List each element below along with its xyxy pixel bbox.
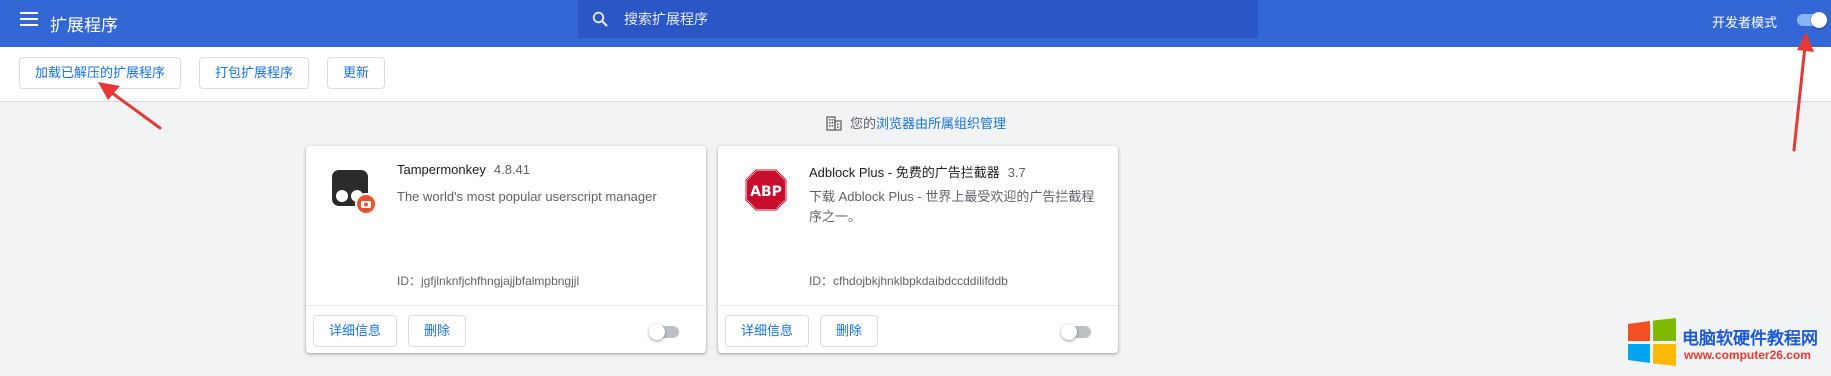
watermark-title: 电脑软硬件教程网: [1682, 329, 1818, 348]
managed-notice: 您的 浏览器由所属组织管理: [826, 113, 1006, 132]
extension-description: The world's most popular userscript mana…: [397, 189, 657, 204]
abp-stop-sign-icon: ABP: [745, 169, 787, 211]
card-actions: 详细信息 删除: [718, 305, 1118, 353]
extension-id-value: cfhdojbkjhnklbpkdaibdccddilifddb: [833, 274, 1008, 288]
extension-id-value: jgfjlnknfjchfhngjajjbfalmpbngjjl: [421, 274, 580, 288]
toggle-knob: [649, 324, 665, 340]
managed-notice-prefix: 您的: [850, 116, 877, 131]
developer-toolbar: 加载已解压的扩展程序 打包扩展程序 更新: [0, 47, 1831, 102]
managed-notice-link[interactable]: 浏览器由所属组织管理: [876, 113, 1006, 132]
remove-button[interactable]: 删除: [408, 315, 467, 347]
extension-version: 3.7: [1007, 165, 1026, 180]
watermark-logo: 电脑软硬件教程网 www.computer26.com: [1626, 318, 1826, 368]
extension-card-adblock-plus: ABP Adblock Plus - 免费的广告拦截器 3.7 下载 Adbloc…: [718, 146, 1118, 353]
load-unpacked-button[interactable]: 加载已解压的扩展程序: [19, 57, 182, 89]
windows-logo-icon: [1628, 318, 1676, 366]
card-actions: 详细信息 删除: [306, 305, 706, 353]
tampermonkey-icon: [332, 170, 377, 214]
toggle-knob: [1061, 324, 1077, 340]
extension-title: Adblock Plus - 免费的广告拦截器 3.7: [809, 162, 1026, 181]
search-bar[interactable]: [578, 0, 1258, 38]
search-input[interactable]: [624, 8, 1224, 30]
extension-name: Tampermonkey: [397, 162, 486, 177]
details-button[interactable]: 详细信息: [725, 315, 810, 347]
extension-version: 4.8.41: [493, 162, 531, 177]
enable-toggle[interactable]: [649, 324, 679, 340]
developer-mode-toggle[interactable]: [1797, 12, 1827, 28]
remove-button[interactable]: 删除: [820, 315, 879, 347]
app-header: 扩展程序 开发者模式: [0, 0, 1831, 47]
hamburger-menu-icon[interactable]: [20, 12, 38, 28]
pack-extension-button[interactable]: 打包扩展程序: [199, 57, 310, 89]
toggle-knob: [1811, 12, 1827, 28]
update-button[interactable]: 更新: [327, 57, 386, 89]
watermark-url: www.computer26.com: [1684, 348, 1811, 362]
page-title: 扩展程序: [50, 16, 118, 35]
search-icon: [592, 11, 608, 27]
extension-id: ID：cfhdojbkjhnklbpkdaibdccddilifddb: [809, 272, 1008, 289]
svg-text:ABP: ABP: [750, 184, 782, 200]
extension-id-label: ID：: [397, 274, 422, 288]
extension-id-label: ID：: [809, 274, 834, 288]
extension-card-tampermonkey: Tampermonkey 4.8.41 The world's most popu…: [306, 146, 706, 353]
details-button[interactable]: 详细信息: [313, 315, 398, 347]
extension-id: ID：jgfjlnknfjchfhngjajjbfalmpbngjjl: [397, 272, 579, 289]
extension-title: Tampermonkey 4.8.41: [397, 162, 530, 177]
extension-name: Adblock Plus - 免费的广告拦截器: [809, 165, 1000, 180]
developer-mode-label: 开发者模式: [1712, 15, 1778, 30]
extension-description: 下载 Adblock Plus - 世界上最受欢迎的广告拦截程序之一。: [809, 189, 1095, 224]
building-icon: [826, 115, 842, 131]
enable-toggle[interactable]: [1061, 324, 1091, 340]
